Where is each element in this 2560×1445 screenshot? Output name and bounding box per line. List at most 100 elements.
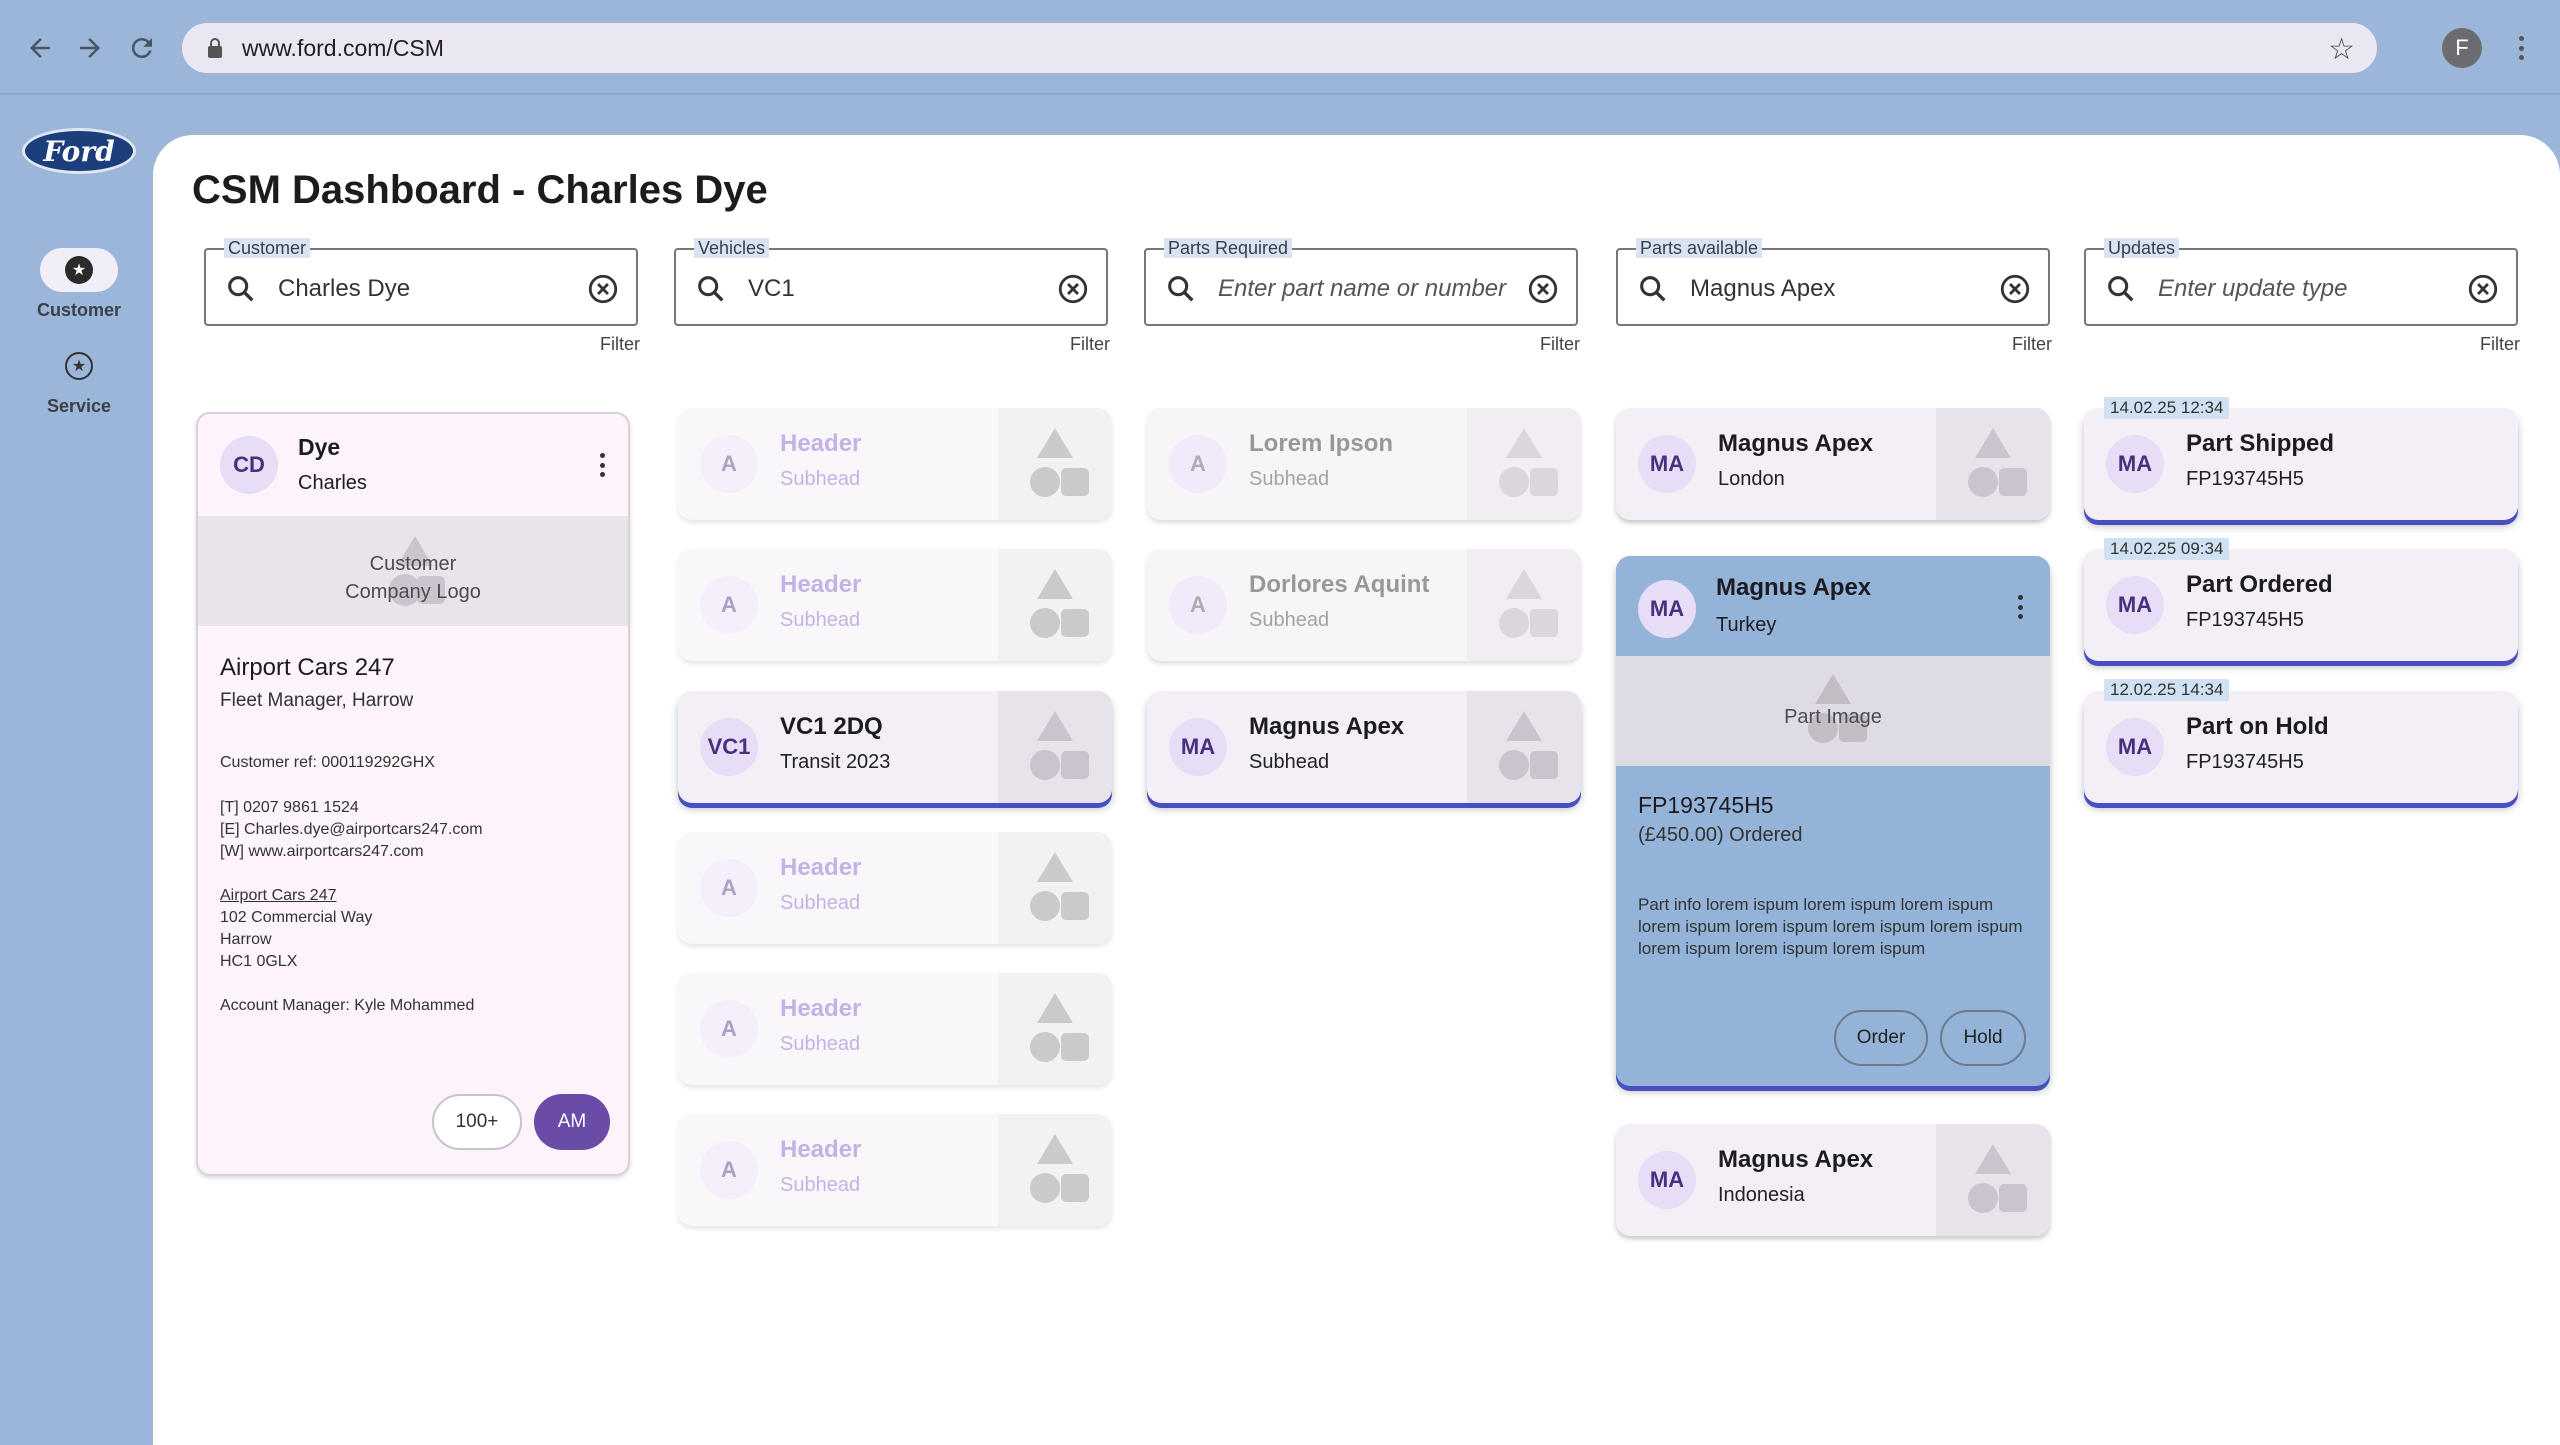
media-placeholder [998,408,1112,520]
lock-icon [206,37,224,59]
clear-icon[interactable] [1526,272,1560,306]
clear-icon[interactable] [586,272,620,306]
parts-available-filter-field[interactable]: Parts available Magnus Apex Filter [1616,238,2052,354]
media-placeholder [998,832,1112,944]
rail-item-customer[interactable]: ★ Customer [20,248,138,321]
search-icon [228,276,254,302]
card-subhead: Transit 2023 [780,751,891,773]
avatar: MA [1638,435,1696,493]
shapes-placeholder-icon [1030,852,1089,921]
hold-button[interactable]: Hold [1940,1010,2026,1066]
customer-filter-value[interactable]: Charles Dye [278,274,410,304]
media-placeholder [998,549,1112,661]
part-status: (£450.00) Ordered [1638,824,1803,846]
bookmark-star-icon[interactable]: ☆ [2328,32,2355,67]
website[interactable]: [W] www.airportcars247.com [220,841,608,863]
part-available-card[interactable]: MA Magnus Apex Indonesia [1616,1124,2050,1236]
order-button[interactable]: Order [1834,1010,1928,1066]
clear-icon[interactable] [2466,272,2500,306]
part-required-card[interactable]: A Lorem Ipson Subhead [1147,408,1581,520]
rail-item-service[interactable]: ★ Service [20,344,138,417]
vehicles-filter-field[interactable]: Vehicles VC1 Filter [674,238,1110,354]
phone-number[interactable]: [T] 0207 9861 1524 [220,797,608,819]
search-icon [1640,276,1666,302]
avatar: A [700,435,758,493]
update-card[interactable]: MA Part on Hold FP193745H5 [2084,691,2518,803]
back-arrow-icon[interactable] [20,28,60,68]
card-title: Header [780,571,862,598]
account-manager-button[interactable]: AM [534,1094,610,1150]
filter-hint: Filter [600,334,640,354]
address-link[interactable]: Airport Cars 247 [220,885,608,907]
rail-pill-customer[interactable]: ★ [40,248,118,292]
filter-label: Parts available [1636,238,1763,258]
star-outline-icon: ★ [65,352,93,380]
vehicle-card[interactable]: A Header Subhead [678,549,1112,661]
avatar: CD [220,436,278,494]
vehicles-filter-value[interactable]: VC1 [748,274,795,304]
update-timestamp: 14.02.25 12:34 [2104,397,2230,419]
avatar: A [1169,576,1227,634]
card-subhead: FP193745H5 [2186,468,2304,490]
address-bar[interactable]: www.ford.com/CSM ☆ [182,23,2377,73]
browser-menu-icon[interactable] [2515,28,2527,68]
card-title: Header [780,1136,862,1163]
ford-logo[interactable]: Ford [22,128,136,174]
update-timestamp: 14.02.25 09:34 [2104,538,2230,560]
vehicle-card[interactable]: A Header Subhead [678,408,1112,520]
clear-icon[interactable] [1998,272,2032,306]
part-available-card[interactable]: MA Magnus Apex London [1616,408,2050,520]
reload-icon[interactable] [122,28,162,68]
customer-filter-field[interactable]: Customer Charles Dye Filter [204,238,640,354]
avatar: MA [1638,580,1696,638]
address-line: 102 Commercial Way [220,909,373,926]
parts-required-filter-placeholder[interactable]: Enter part name or number [1218,274,1506,304]
filter-hint: Filter [1070,334,1110,354]
updates-filter-field[interactable]: Updates Enter update type Filter [2084,238,2520,354]
card-title: Magnus Apex [1716,574,1872,601]
shapes-placeholder-icon [1030,569,1089,638]
card-title: Header [780,430,862,457]
card-subhead: Subhead [780,609,861,631]
count-chip-button[interactable]: 100+ [432,1094,522,1150]
updates-filter-placeholder[interactable]: Enter update type [2158,274,2347,304]
parts-available-filter-value[interactable]: Magnus Apex [1690,274,1835,304]
part-detail-card-expanded[interactable]: MA Magnus Apex Turkey Part Image FP19374… [1616,556,2050,1086]
parts-required-filter-field[interactable]: Parts Required Enter part name or number… [1144,238,1580,354]
avatar: MA [2106,576,2164,634]
shapes-placeholder-icon [1499,711,1558,780]
vehicle-card[interactable]: A Header Subhead [678,1114,1112,1226]
rail-label-customer: Customer [36,300,121,320]
email-address[interactable]: [E] Charles.dye@airportcars247.com [220,819,608,841]
update-card[interactable]: MA Part Ordered FP193745H5 [2084,549,2518,661]
customer-detail-card[interactable]: CD Dye Charles Customer Company Logo Air… [196,412,630,1176]
card-title: Magnus Apex [1718,1146,1874,1173]
clear-icon[interactable] [1056,272,1090,306]
vehicle-card-selected[interactable]: VC1 VC1 2DQ Transit 2023 [678,691,1112,803]
vehicle-card[interactable]: A Header Subhead [678,832,1112,944]
card-title: Magnus Apex [1249,713,1405,740]
part-info: Part info lorem ispum lorem ispum lorem … [1638,895,2023,958]
filter-hint: Filter [2480,334,2520,354]
card-title: Part Shipped [2186,430,2335,457]
vehicle-card[interactable]: A Header Subhead [678,973,1112,1085]
address-postcode: HC1 0GLX [220,953,298,970]
profile-avatar[interactable]: F [2442,28,2482,68]
card-title: Lorem Ipson [1249,430,1394,457]
rail-pill-service[interactable]: ★ [40,344,118,388]
customer-first-name: Charles [298,472,367,494]
contact-role: Fleet Manager, Harrow [220,690,414,711]
card-subhead: Subhead [780,1174,861,1196]
media-placeholder [1467,549,1581,661]
update-card[interactable]: MA Part Shipped FP193745H5 [2084,408,2518,520]
avatar: A [1169,435,1227,493]
search-icon [698,276,724,302]
update-timestamp: 12.02.25 14:34 [2104,679,2230,701]
company-logo-text: Customer Company Logo [345,553,481,603]
part-required-card-selected[interactable]: MA Magnus Apex Subhead [1147,691,1581,803]
more-vert-icon[interactable] [2014,592,2026,622]
card-title: Header [780,854,862,881]
more-vert-icon[interactable] [596,450,608,480]
part-required-card[interactable]: A Dorlores Aquint Subhead [1147,549,1581,661]
forward-arrow-icon[interactable] [70,28,110,68]
